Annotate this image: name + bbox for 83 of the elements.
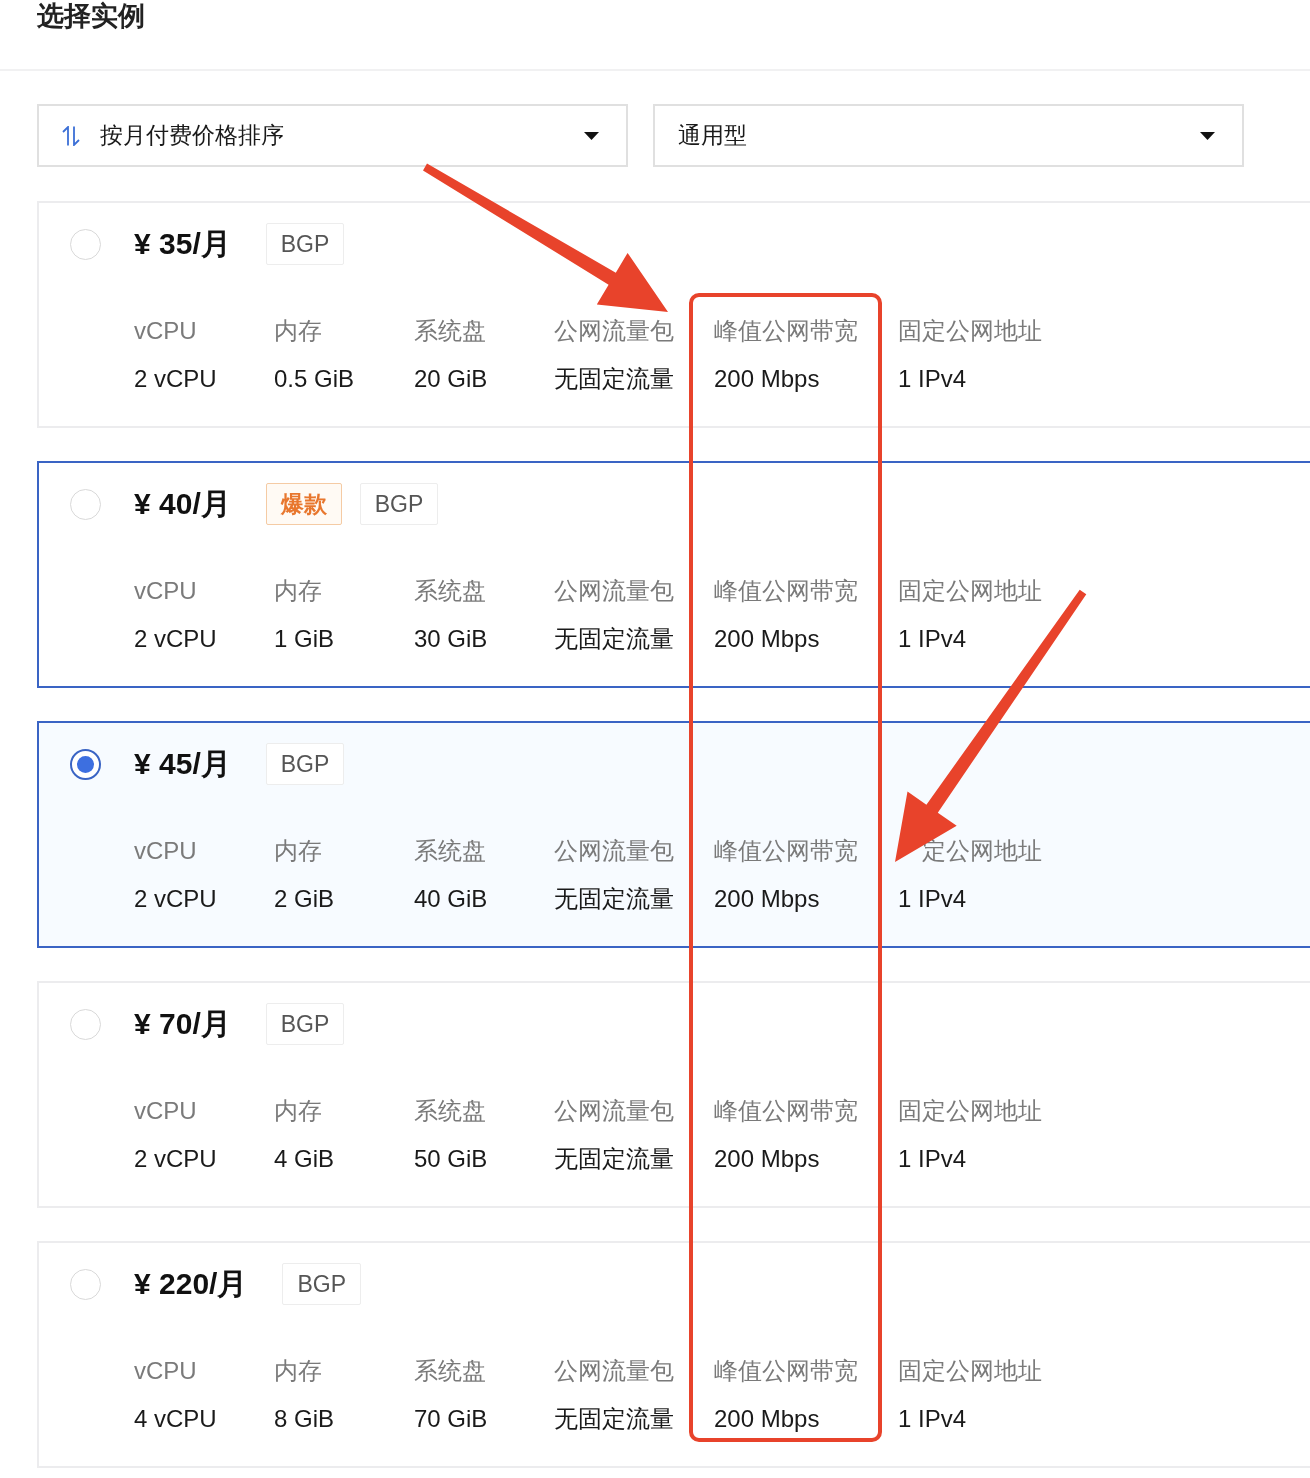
section-title: 选择实例 <box>37 0 145 32</box>
spec-value: 200 Mbps <box>714 884 820 914</box>
spec-label: 峰值公网带宽 <box>714 1096 858 1126</box>
spec-value: 4 GiB <box>274 1144 335 1174</box>
spec-label: 系统盘 <box>414 576 486 606</box>
spec-label: vCPU <box>134 316 197 346</box>
spec-value: 200 Mbps <box>714 1144 820 1174</box>
spec-label: 固定公网地址 <box>898 316 1042 346</box>
price-text: ¥ 70/月 <box>134 1006 231 1042</box>
spec-value: 8 GiB <box>274 1404 335 1434</box>
spec-label: 系统盘 <box>414 836 486 866</box>
spec-value: 无固定流量 <box>554 884 674 914</box>
spec-value: 无固定流量 <box>554 1404 674 1434</box>
spec-value: 1 IPv4 <box>898 1144 967 1174</box>
spec-label: 固定公网地址 <box>898 1096 1042 1126</box>
spec-value: 200 Mbps <box>714 364 820 394</box>
spec-label: 峰值公网带宽 <box>714 316 858 346</box>
spec-value: 4 vCPU <box>134 1404 217 1434</box>
instance-card[interactable]: ¥ 220/月 BGP vCPU 4 vCPU 内存 8 GiB 系统盘 70 GiB 公网流量包 无固定流量 峰值公网带宽 200 Mbps 固定公网地址 1 IPv4 <box>37 1241 1310 1468</box>
spec-label: 系统盘 <box>414 316 486 346</box>
spec-label: 峰值公网带宽 <box>714 1356 858 1386</box>
spec-label: vCPU <box>134 1096 197 1126</box>
type-dropdown[interactable]: 通用型 <box>653 104 1244 167</box>
spec-value: 2 vCPU <box>134 884 217 914</box>
network-tag: BGP <box>265 223 345 265</box>
spec-value: 20 GiB <box>414 364 488 394</box>
spec-value: 2 vCPU <box>134 624 217 654</box>
spec-value: 无固定流量 <box>554 364 674 394</box>
caret-icon <box>584 131 599 140</box>
price-text: ¥ 45/月 <box>134 746 231 782</box>
spec-label: 公网流量包 <box>554 576 674 606</box>
spec-value: 0.5 GiB <box>274 364 355 394</box>
spec-label: vCPU <box>134 1356 197 1386</box>
spec-value: 1 IPv4 <box>898 1404 967 1434</box>
network-tag: BGP <box>265 1003 345 1045</box>
sort-icon <box>62 125 80 146</box>
spec-label: 系统盘 <box>414 1096 486 1126</box>
spec-label: 内存 <box>274 316 322 346</box>
spec-value: 200 Mbps <box>714 624 820 654</box>
spec-value: 1 GiB <box>274 624 335 654</box>
spec-label: 内存 <box>274 1356 322 1386</box>
price-text: ¥ 40/月 <box>134 486 231 522</box>
spec-label: 系统盘 <box>414 1356 486 1386</box>
spec-label: 公网流量包 <box>554 316 674 346</box>
spec-value: 30 GiB <box>414 624 488 654</box>
spec-label: 公网流量包 <box>554 1096 674 1126</box>
spec-value: 无固定流量 <box>554 1144 674 1174</box>
promo-tag: 爆款 <box>265 483 342 525</box>
spec-value: 无固定流量 <box>554 624 674 654</box>
instance-card[interactable]: ¥ 70/月 BGP vCPU 2 vCPU 内存 4 GiB 系统盘 50 GiB 公网流量包 无固定流量 峰值公网带宽 200 Mbps 固定公网地址 1 IPv4 <box>37 981 1310 1208</box>
network-tag: BGP <box>359 483 439 525</box>
radio-button[interactable] <box>70 748 101 780</box>
caret-icon <box>1200 131 1215 140</box>
price-text: ¥ 220/月 <box>134 1266 248 1302</box>
spec-value: 2 GiB <box>274 884 335 914</box>
spec-label: 公网流量包 <box>554 836 674 866</box>
spec-label: 峰值公网带宽 <box>714 576 858 606</box>
price-text: ¥ 35/月 <box>134 226 231 262</box>
spec-value: 70 GiB <box>414 1404 488 1434</box>
spec-label: 固定公网地址 <box>898 576 1042 606</box>
network-tag: BGP <box>282 1263 361 1305</box>
spec-value: 2 vCPU <box>134 364 217 394</box>
instance-card[interactable]: ¥ 35/月 BGP vCPU 2 vCPU 内存 0.5 GiB 系统盘 20 GiB 公网流量包 无固定流量 峰值公网带宽 200 Mbps 固定公网地址 1 IPv4 <box>37 201 1310 428</box>
spec-label: 定公网地址 <box>922 836 1042 866</box>
spec-label: vCPU <box>134 576 197 606</box>
spec-label: 峰值公网带宽 <box>714 836 858 866</box>
spec-label: 公网流量包 <box>554 1356 674 1386</box>
sort-dropdown[interactable]: 按月付费价格排序 <box>37 104 628 167</box>
instance-card[interactable]: ¥ 40/月 爆款 BGP vCPU 2 vCPU 内存 1 GiB 系统盘 30 GiB 公网流量包 无固定流量 峰值公网带宽 200 Mbps 固定公网地址 1 IPv4 <box>37 461 1310 688</box>
instance-card[interactable]: ¥ 45/月 BGP vCPU 2 vCPU 内存 2 GiB 系统盘 40 GiB 公网流量包 无固定流量 峰值公网带宽 200 Mbps 定公网地址 1 IPv4 <box>37 721 1310 948</box>
spec-value: 1 IPv4 <box>898 364 967 394</box>
spec-value: 1 IPv4 <box>898 624 967 654</box>
spec-value: 40 GiB <box>414 884 488 914</box>
spec-label: 固定公网地址 <box>898 1356 1042 1386</box>
spec-label: 内存 <box>274 836 322 866</box>
spec-label: 内存 <box>274 576 322 606</box>
spec-value: 2 vCPU <box>134 1144 217 1174</box>
spec-value: 50 GiB <box>414 1144 488 1174</box>
spec-value: 1 IPv4 <box>898 884 967 914</box>
network-tag: BGP <box>265 743 345 785</box>
spec-value: 200 Mbps <box>714 1404 820 1434</box>
spec-label: vCPU <box>134 836 197 866</box>
spec-label: 内存 <box>274 1096 322 1126</box>
